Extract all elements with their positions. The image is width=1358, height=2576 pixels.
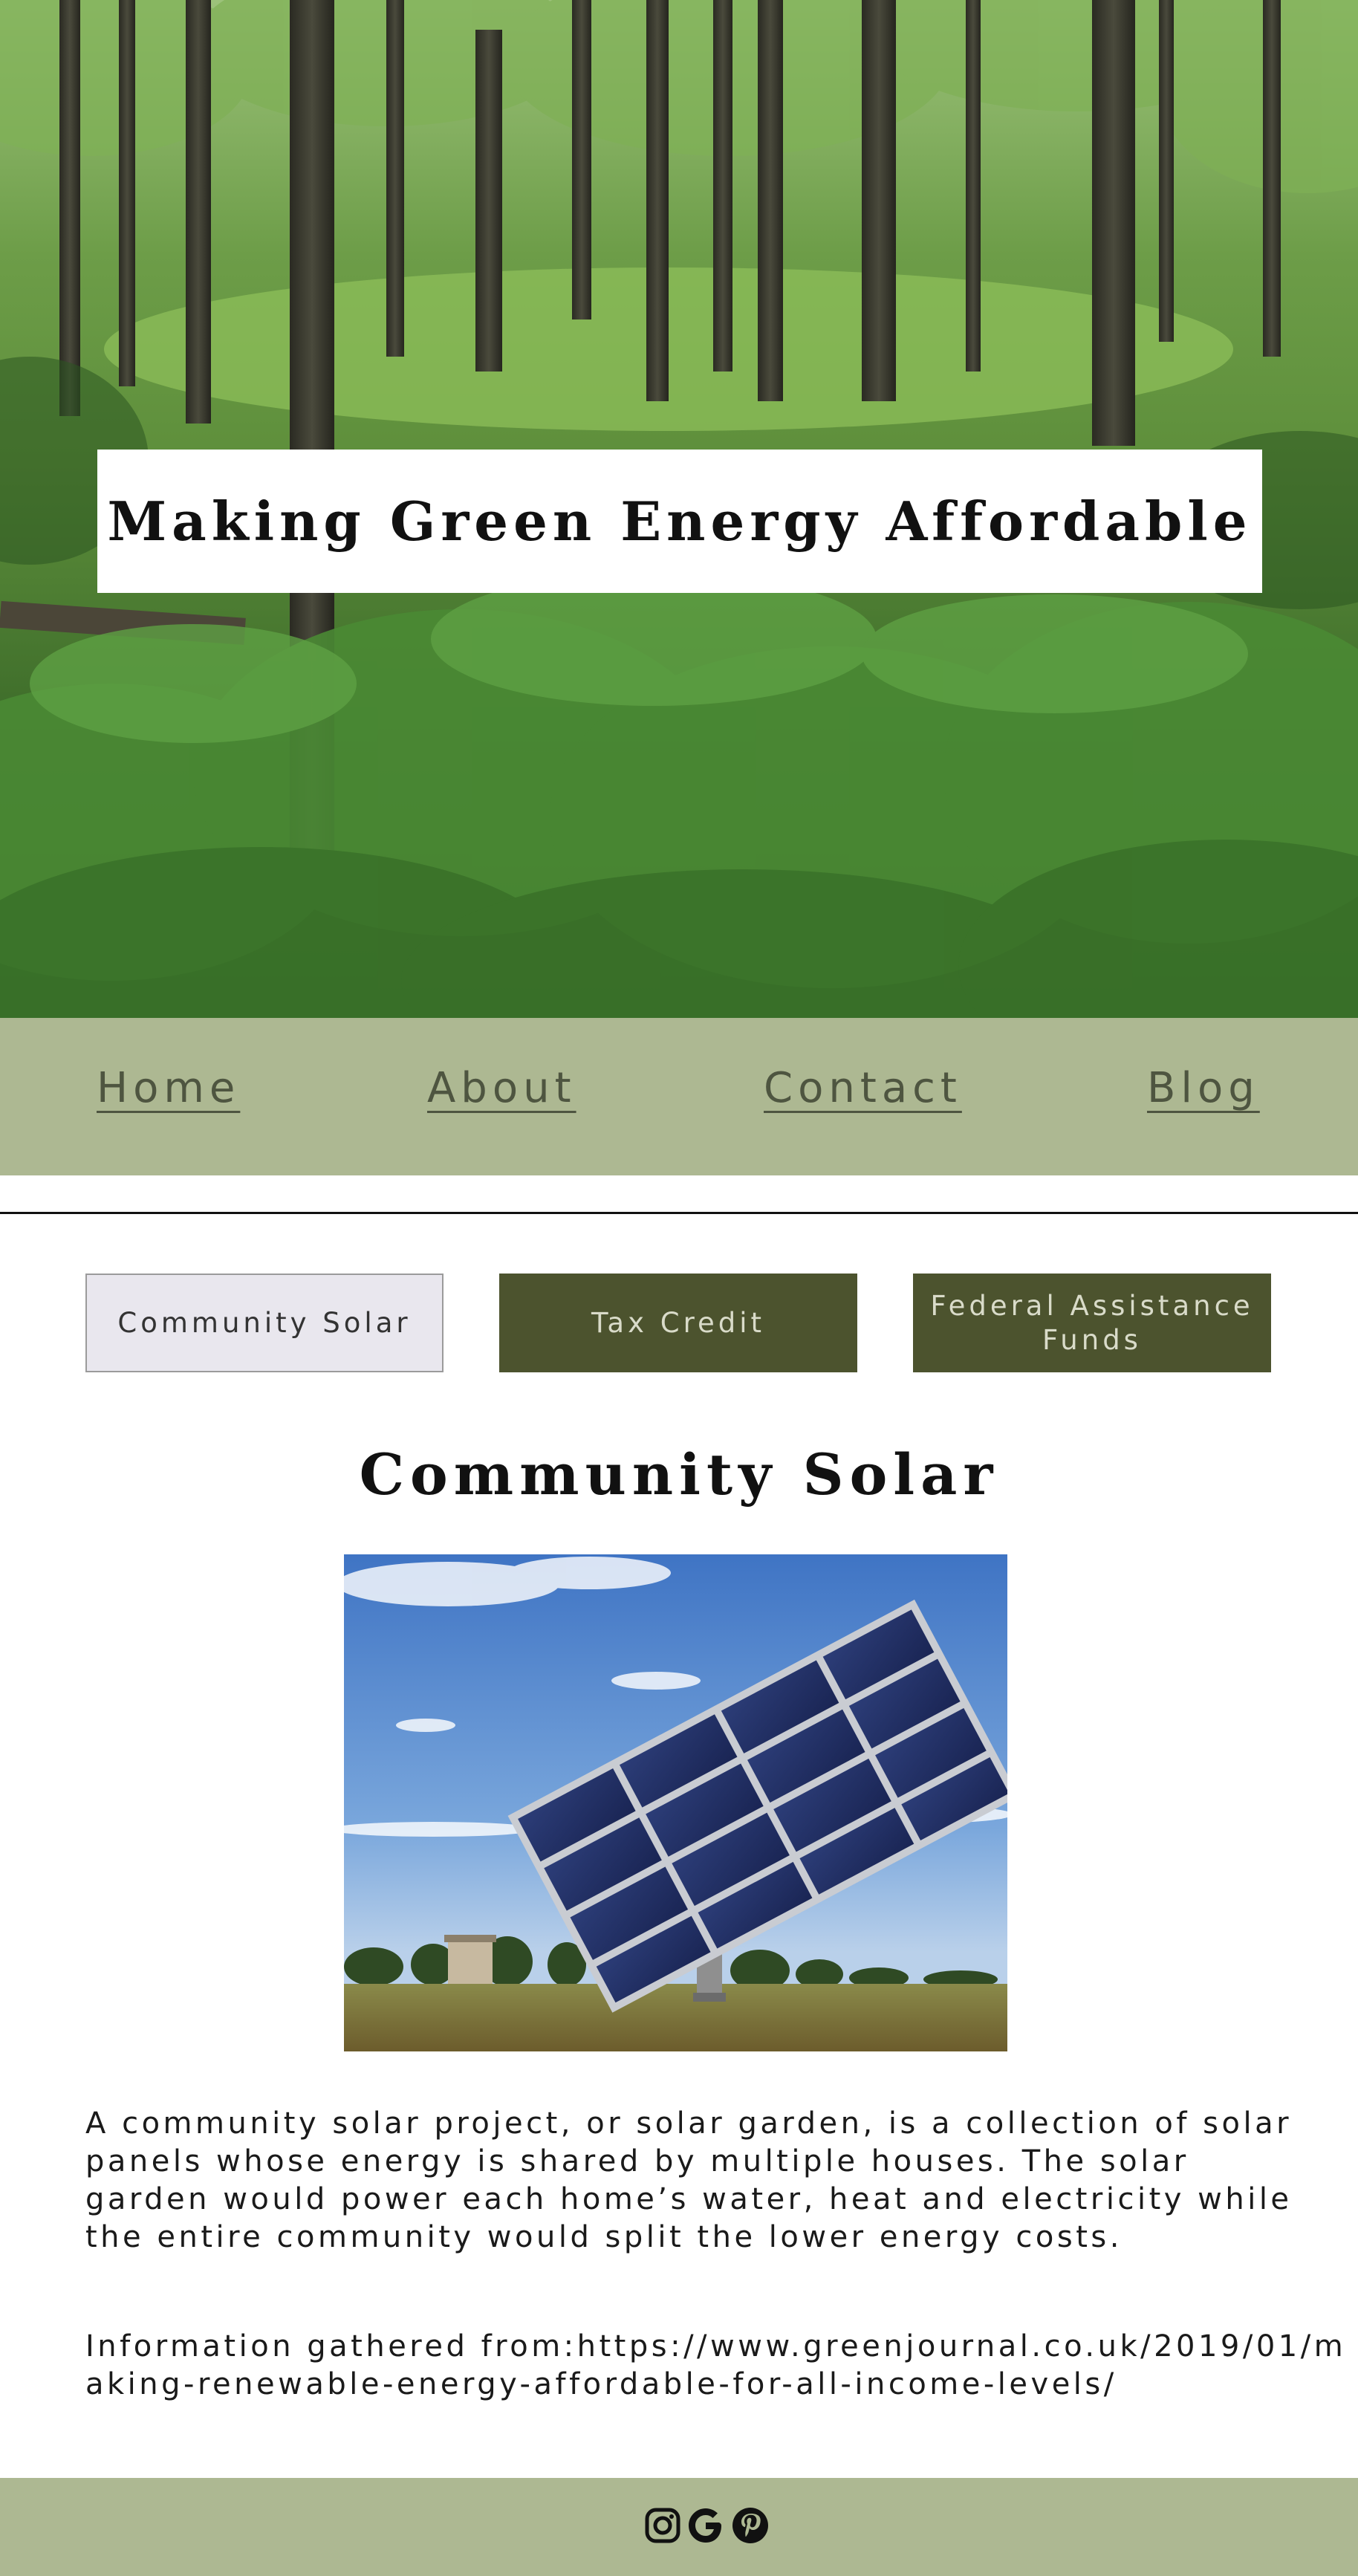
hero-banner: Making Green Energy Affordable <box>0 0 1358 1018</box>
tab-federal-assistance-funds[interactable]: Federal Assistance Funds <box>913 1274 1271 1372</box>
nav-link-home[interactable]: Home <box>97 1064 240 1112</box>
tab-label: Federal Assistance Funds <box>930 1289 1254 1356</box>
footer <box>0 2478 1358 2576</box>
tab-tax-credit[interactable]: Tax Credit <box>499 1274 857 1372</box>
tab-label: Tax Credit <box>591 1306 766 1339</box>
hero-title-box: Making Green Energy Affordable <box>97 450 1262 593</box>
instagram-icon[interactable] <box>640 2503 685 2548</box>
tab-label: Community Solar <box>117 1306 412 1339</box>
tab-community-solar[interactable]: Community Solar <box>85 1274 444 1372</box>
section-title: Community Solar <box>359 1441 999 1508</box>
section-divider <box>0 1212 1358 1214</box>
main-nav: Home About Contact Blog <box>0 1018 1358 1175</box>
nav-link-blog[interactable]: Blog <box>1147 1064 1260 1112</box>
body-paragraph: A community solar project, or solar gard… <box>85 2106 1293 2254</box>
hero-title: Making Green Energy Affordable <box>107 490 1253 553</box>
nav-link-contact[interactable]: Contact <box>764 1064 962 1112</box>
nav-link-about[interactable]: About <box>427 1064 576 1112</box>
source-citation: Information gathered from:https://www.gr… <box>85 2329 1347 2401</box>
google-icon[interactable] <box>683 2503 728 2548</box>
pinterest-icon[interactable] <box>728 2503 773 2548</box>
solar-panel-image <box>344 1554 1007 2051</box>
